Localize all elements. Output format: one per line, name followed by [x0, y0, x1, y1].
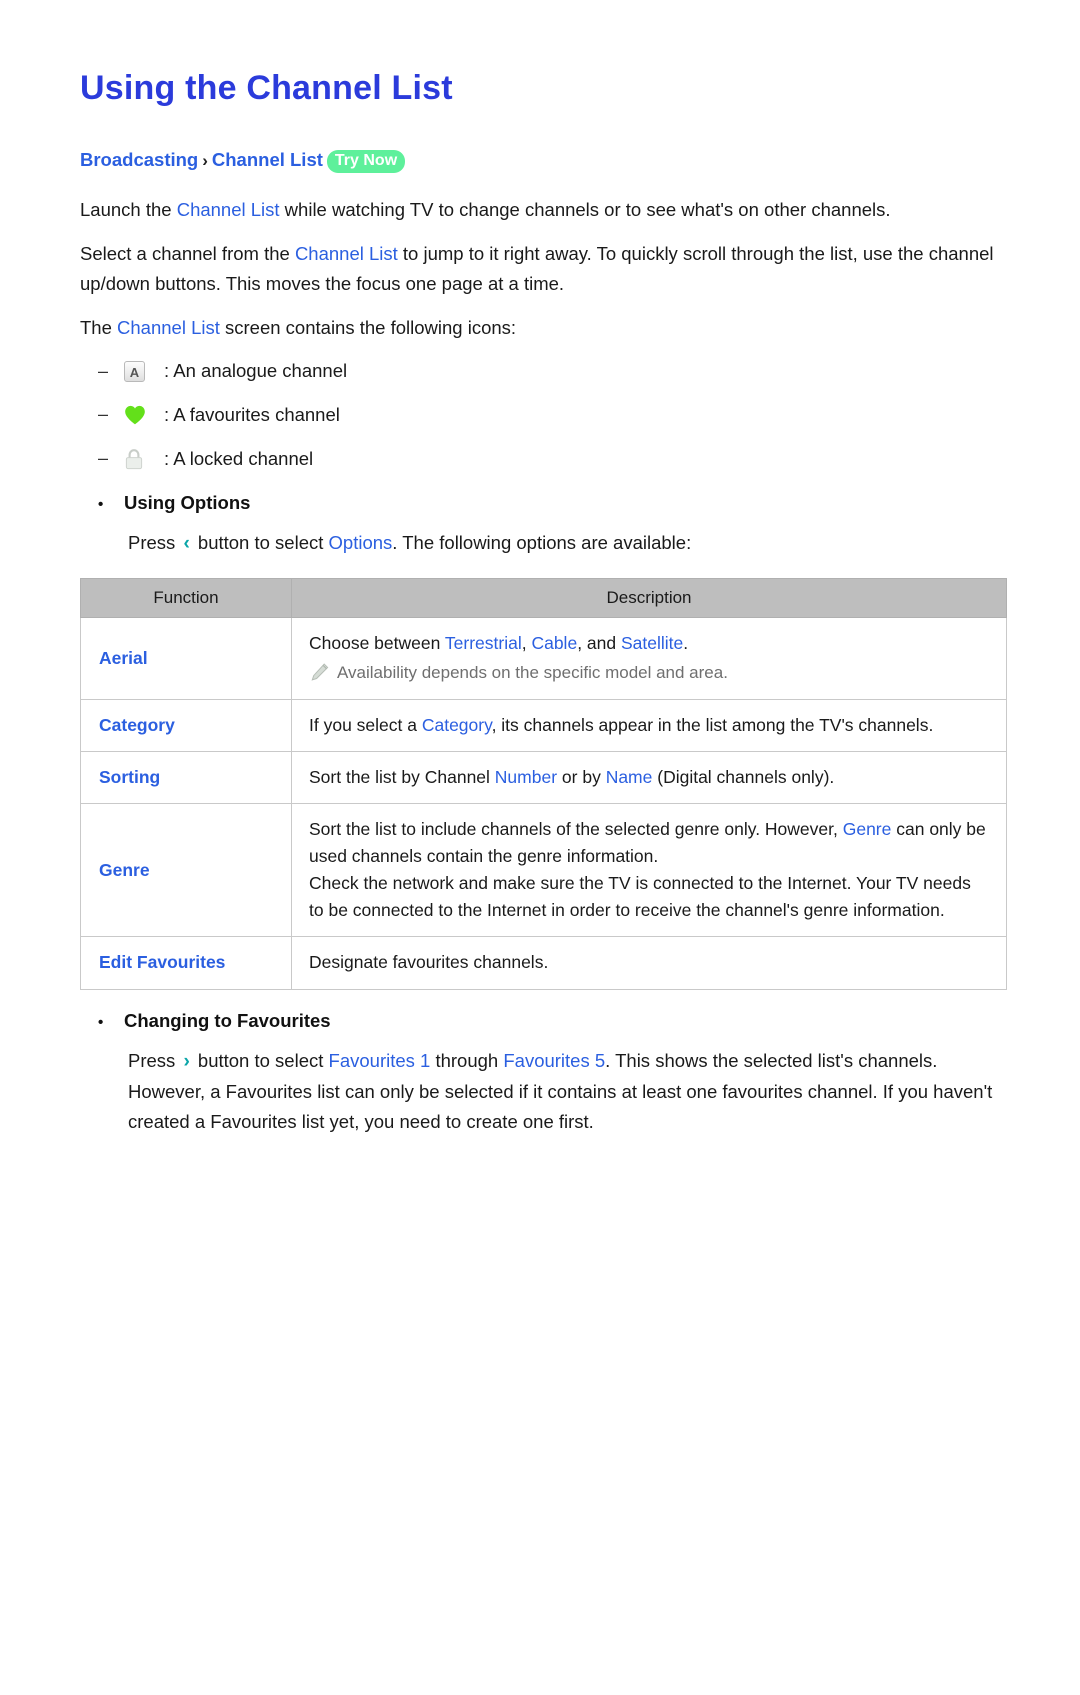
cell-description-aerial: Choose between Terrestrial, Cable, and S…: [291, 617, 1007, 700]
cell-function-genre: Genre: [80, 802, 292, 938]
cell-description-edit-favourites: Designate favourites channels.: [291, 936, 1007, 990]
cell-description-category: If you select a Category, its channels a…: [291, 698, 1007, 752]
document-page: Using the Channel List Broadcasting › Chan…: [0, 0, 1080, 1695]
list-item-label: : A favourites channel: [164, 403, 340, 425]
cell-function-category: Category: [80, 698, 292, 752]
try-now-badge[interactable]: Try Now: [326, 149, 406, 174]
paragraph-launch: Launch the Channel List while watching T…: [80, 195, 1005, 225]
paragraph-press-favourites: Press › button to select Favourites 1 th…: [80, 1046, 1005, 1138]
table-body: Aerial Choose between Terrestrial, Cable…: [80, 617, 1007, 990]
paragraph-screen-icons: The Channel List screen contains the fol…: [80, 313, 1005, 343]
text-fragment: , and: [577, 633, 621, 654]
pencil-note-icon: [311, 663, 329, 681]
list-item-label: : An analogue channel: [164, 360, 348, 382]
dash-marker: –: [98, 448, 109, 469]
description-line: Choose between Terrestrial, Cable, and S…: [309, 630, 990, 657]
keyword-terrestrial: Terrestrial: [444, 633, 522, 654]
text-fragment: Press: [128, 532, 181, 554]
cell-function-aerial: Aerial: [80, 617, 292, 700]
list-item: – A : An analogue channel: [80, 357, 1005, 385]
text-fragment: . The following options are available:: [392, 532, 692, 554]
cell-function-edit-favourites: Edit Favourites: [80, 936, 292, 990]
list-item: – : A favourites channel: [80, 401, 1005, 429]
bullet-marker: •: [98, 496, 104, 514]
keyword-channel-list: Channel List: [117, 317, 220, 339]
keyword-cable: Cable: [531, 633, 578, 654]
text-fragment: ,: [521, 633, 532, 654]
cell-description-sorting: Sort the list by Channel Number or by Na…: [291, 750, 1007, 804]
text-fragment: Sort the list by Channel: [309, 766, 495, 787]
locked-padlock-icon: [124, 448, 164, 470]
breadcrumb-item-channel-list[interactable]: Channel List: [212, 149, 323, 170]
text-fragment: through: [430, 1049, 504, 1071]
page-bottom-space: [80, 1155, 1005, 1655]
note-text: Availability depends on the specific mod…: [337, 663, 728, 683]
text-fragment: Choose between: [309, 633, 445, 654]
text-fragment: .: [683, 633, 689, 654]
bullet-marker: •: [98, 1013, 104, 1031]
table-row: Edit Favourites Designate favourites cha…: [80, 936, 1007, 990]
list-item-label: : A locked channel: [164, 447, 314, 469]
favourites-heart-icon-shape: [125, 405, 145, 425]
keyword-genre: Genre: [842, 818, 892, 839]
table-row: Genre Sort the list to include channels …: [80, 802, 1007, 938]
table-row: Sorting Sort the list by Channel Number …: [80, 750, 1007, 804]
favourites-heart-icon: [124, 405, 164, 425]
icon-legend-list: – A : An analogue channel – : A favourit…: [80, 357, 1005, 472]
section-heading-changing-favourites: • Changing to Favourites: [80, 1010, 1005, 1032]
keyword-favourites-5: Favourites 5: [503, 1049, 606, 1071]
text-fragment: The: [80, 317, 118, 339]
analogue-a-icon-glyph: A: [124, 360, 145, 382]
keyword-category: Category: [421, 714, 492, 735]
chevron-right-icon: ›: [202, 150, 208, 170]
breadcrumb: Broadcasting › Channel List Try Now: [80, 147, 1005, 174]
text-fragment: while watching TV to change channels or …: [279, 199, 891, 221]
paragraph-press-options: Press ‹ button to select Options. The fo…: [80, 528, 1005, 560]
paragraph-select-channel: Select a channel from the Channel List t…: [80, 239, 1005, 299]
section-heading-label: Using Options: [124, 492, 251, 514]
cell-description-genre: Sort the list to include channels of the…: [291, 802, 1007, 938]
text-fragment: Sort the list to include channels of the…: [309, 818, 843, 839]
keyword-channel-list: Channel List: [176, 199, 280, 221]
text-fragment: or by: [557, 766, 606, 787]
description-line: Sort the list to include channels of the…: [309, 816, 990, 870]
dash-marker: –: [98, 360, 109, 381]
chevron-right-icon: ›: [183, 1050, 190, 1072]
locked-padlock-icon-shape: [125, 448, 143, 469]
section-heading-label: Changing to Favourites: [124, 1009, 331, 1031]
text-fragment: Select a channel from the: [80, 243, 295, 265]
chevron-left-icon: ‹: [183, 533, 190, 555]
text-fragment: button to select: [192, 532, 329, 554]
page-title: Using the Channel List: [80, 69, 453, 107]
text-fragment: (Digital channels only).: [652, 766, 835, 787]
text-fragment: , its channels appear in the list among …: [491, 714, 934, 735]
cell-function-sorting: Sorting: [80, 750, 292, 804]
description-line: Check the network and make sure the TV i…: [309, 873, 971, 921]
text-fragment: screen contains the following icons:: [219, 317, 517, 339]
keyword-name: Name: [605, 766, 653, 787]
text-fragment: button to select: [192, 1049, 329, 1071]
dash-marker: –: [98, 404, 109, 425]
keyword-channel-list: Channel List: [294, 243, 398, 265]
text-fragment: Press: [128, 1049, 181, 1071]
table-header-row: Function Description: [80, 578, 1007, 619]
column-header-description: Description: [291, 578, 1007, 619]
table-header: Function Description: [80, 578, 1007, 619]
text-fragment: Launch the: [80, 199, 177, 221]
section-heading-using-options: • Using Options: [80, 492, 1005, 514]
keyword-number: Number: [494, 766, 558, 787]
table-row: Aerial Choose between Terrestrial, Cable…: [80, 617, 1007, 700]
text-fragment: If you select a: [309, 714, 422, 735]
keyword-satellite: Satellite: [620, 633, 684, 654]
keyword-options: Options: [328, 532, 393, 554]
options-table: Function Description Aerial Choose betwe…: [80, 578, 1007, 990]
list-item: – : A locked channel: [80, 445, 1005, 473]
table-row: Category If you select a Category, its c…: [80, 698, 1007, 752]
keyword-favourites-1: Favourites 1: [328, 1049, 431, 1071]
breadcrumb-item-broadcasting[interactable]: Broadcasting: [80, 149, 198, 170]
column-header-function: Function: [80, 578, 292, 619]
note-line: Availability depends on the specific mod…: [309, 660, 990, 686]
analogue-a-icon: A: [124, 360, 164, 382]
